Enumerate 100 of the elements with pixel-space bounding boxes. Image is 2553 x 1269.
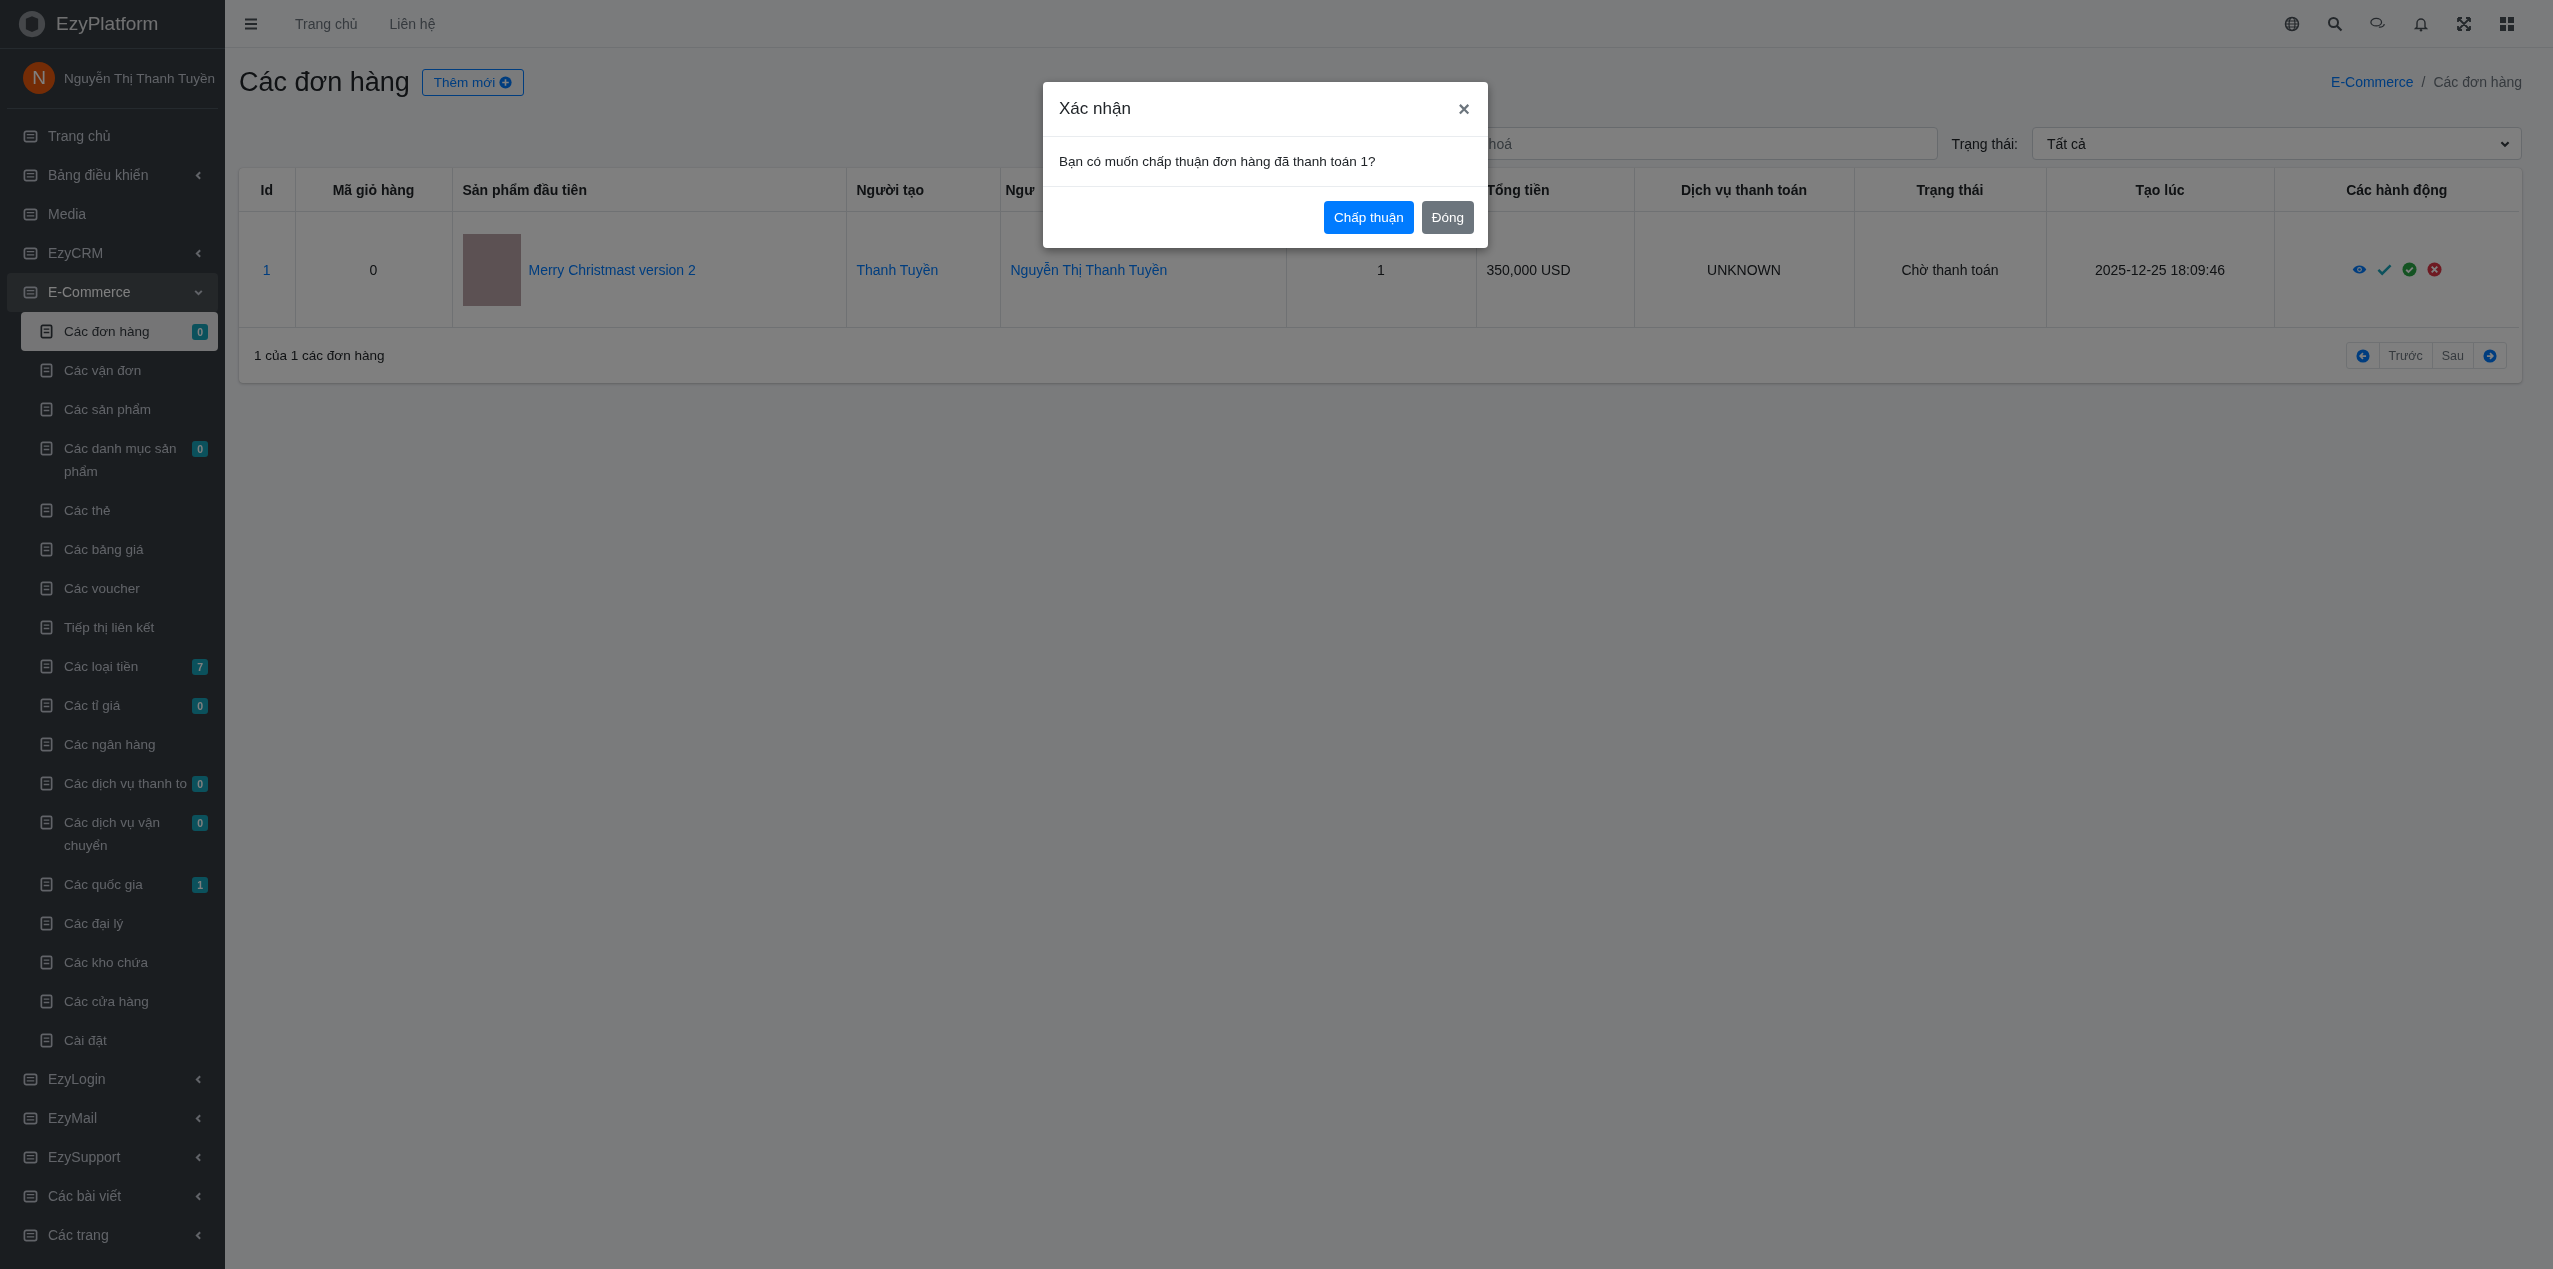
sidebar-subitem[interactable]: Các đại lý bbox=[21, 904, 218, 943]
count-badge: 0 bbox=[192, 324, 208, 340]
globe-icon[interactable] bbox=[2284, 15, 2300, 32]
sidebar-item[interactable]: Media bbox=[7, 195, 218, 234]
menu-item-icon bbox=[23, 207, 38, 222]
breadcrumb-separator: / bbox=[2421, 74, 2426, 90]
menu-item-icon bbox=[23, 168, 38, 183]
sidebar-subitem[interactable]: Các bảng giá bbox=[21, 530, 218, 569]
check-circle-icon[interactable] bbox=[2401, 262, 2417, 277]
breadcrumb-current: Các đơn hàng bbox=[2433, 74, 2522, 90]
menu-item-icon bbox=[39, 698, 54, 713]
menu-item-icon bbox=[39, 916, 54, 931]
user-link[interactable]: Nguyễn Thị Thanh Tuyền bbox=[1010, 261, 1168, 278]
arrow-right-circle-icon bbox=[2483, 348, 2497, 363]
breadcrumb-link[interactable]: E-Commerce bbox=[2331, 74, 2414, 90]
sidebar-item[interactable]: Trang chủ bbox=[7, 117, 218, 156]
check-icon[interactable] bbox=[2376, 262, 2392, 277]
next-page-button[interactable] bbox=[2473, 342, 2507, 369]
sidebar-subitem[interactable]: Các sản phẩm bbox=[21, 390, 218, 429]
menu-item-icon bbox=[39, 324, 54, 339]
sidebar-subitem[interactable]: Các tỉ giá 0 bbox=[21, 686, 218, 725]
close-dialog-button[interactable]: Đóng bbox=[1421, 201, 1474, 234]
sidebar-subitem[interactable]: Các kho chứa bbox=[21, 943, 218, 982]
user-name[interactable]: Nguyễn Thị Thanh Tuyền bbox=[64, 70, 216, 86]
next-button[interactable]: Sau bbox=[2431, 342, 2474, 369]
sidebar-subitem[interactable]: Các ngân hàng bbox=[21, 725, 218, 764]
menu-item-icon bbox=[39, 815, 54, 830]
approve-button[interactable]: Chấp thuận bbox=[1323, 201, 1414, 234]
column-header: Tổng tiền bbox=[1486, 181, 1550, 198]
table-cell: Chờ thanh toán bbox=[1901, 261, 1999, 278]
column-header: Trạng thái bbox=[1916, 181, 1984, 198]
table-cell: UNKNOWN bbox=[1707, 261, 1781, 278]
arrow-left-circle-icon bbox=[2355, 348, 2370, 363]
bell-icon[interactable] bbox=[2413, 15, 2429, 32]
menu-item-icon bbox=[39, 441, 54, 456]
table-cell: 350,000 USD bbox=[1486, 261, 1571, 278]
record-summary: 1 của 1 các đơn hàng bbox=[254, 348, 385, 363]
logo-icon bbox=[18, 10, 46, 38]
menu-item-icon bbox=[39, 581, 54, 596]
count-badge: 0 bbox=[192, 698, 208, 714]
menu-item-icon bbox=[39, 620, 54, 635]
menu-item-icon bbox=[39, 994, 54, 1009]
column-header: Tạo lúc bbox=[2135, 181, 2185, 198]
sidebar-subitem[interactable]: Các vận đơn bbox=[21, 351, 218, 390]
menu-item-icon bbox=[39, 402, 54, 417]
search-icon[interactable] bbox=[2327, 15, 2343, 32]
sidebar-subitem[interactable]: Các thẻ bbox=[21, 491, 218, 530]
sidebar-item[interactable]: Bảng điều khiển bbox=[7, 156, 218, 195]
sidebar-item[interactable]: EzyLogin bbox=[7, 1060, 218, 1099]
dialog-message: Bạn có muốn chấp thuận đơn hàng đã thanh toán 1? bbox=[1059, 154, 1376, 169]
grid-icon[interactable] bbox=[2499, 15, 2515, 32]
menu-item-icon bbox=[39, 1033, 54, 1048]
sidebar-subitem[interactable]: Các dịch vụ thanh to 0 bbox=[21, 764, 218, 803]
sidebar-subitem[interactable]: Tiếp thị liên kết bbox=[21, 608, 218, 647]
count-badge: 1 bbox=[192, 877, 208, 893]
sidebar-subitem[interactable]: Các đơn hàng 0 bbox=[21, 312, 218, 351]
column-header: Dịch vụ thanh toán bbox=[1681, 181, 1807, 198]
sidebar-subitem[interactable]: Các quốc gia 1 bbox=[21, 865, 218, 904]
navbar-link[interactable]: Trang chủ bbox=[295, 15, 358, 32]
column-header: Người tạo bbox=[856, 181, 925, 198]
menu-item-icon bbox=[39, 877, 54, 892]
menu-item-icon bbox=[39, 737, 54, 752]
cancel-circle-icon[interactable] bbox=[2426, 262, 2442, 277]
count-badge: 0 bbox=[192, 441, 208, 457]
product-link[interactable]: Merry Christmast version 2 bbox=[528, 261, 696, 278]
sidebar-subitem[interactable]: Các cửa hàng bbox=[21, 982, 218, 1021]
previous-page-button[interactable] bbox=[2345, 342, 2380, 369]
menu-item-icon bbox=[23, 1189, 38, 1204]
sidebar-item[interactable]: EzySupport bbox=[7, 1138, 218, 1177]
order-id-link[interactable]: 1 bbox=[262, 261, 271, 278]
menu-item-icon bbox=[39, 363, 54, 378]
sidebar-subitem[interactable]: Các danh mục sản phẩm 0 bbox=[21, 429, 218, 491]
sidebar-subitem[interactable]: Các voucher bbox=[21, 569, 218, 608]
sidebar-item[interactable]: Các bài viết bbox=[7, 1177, 218, 1216]
user-avatar: N bbox=[23, 62, 55, 94]
sidebar-subitem[interactable]: Cài đặt bbox=[21, 1021, 218, 1060]
column-header: Mã giỏ hàng bbox=[332, 181, 415, 198]
sidebar-subitem[interactable]: Các dịch vụ vận chuyển 0 bbox=[21, 803, 218, 865]
menu-item-icon bbox=[23, 246, 38, 261]
status-select[interactable]: Tất cả bbox=[2032, 127, 2522, 160]
sidebar-item[interactable]: Các trang bbox=[7, 1216, 218, 1255]
previous-button[interactable]: Trước bbox=[2378, 342, 2433, 369]
table-cell: 0 bbox=[369, 261, 378, 278]
menu-item-icon bbox=[39, 542, 54, 557]
add-new-button[interactable]: Thêm mới bbox=[421, 68, 525, 96]
status-label: Trạng thái: bbox=[1951, 135, 2018, 152]
sidebar-item[interactable]: EzyCRM bbox=[7, 234, 218, 273]
dialog-title: Xác nhận bbox=[1059, 99, 1131, 119]
menu-item-icon bbox=[23, 1072, 38, 1087]
close-button[interactable]: × bbox=[1454, 99, 1474, 119]
table-cell: 1 bbox=[1377, 261, 1385, 278]
sidebar-item[interactable]: EzyMail bbox=[7, 1099, 218, 1138]
menu-item-icon bbox=[23, 129, 38, 144]
menu-item-icon bbox=[23, 1228, 38, 1243]
menu-item-icon bbox=[39, 955, 54, 970]
sidebar-subitem[interactable]: Các loại tiền 7 bbox=[21, 647, 218, 686]
navbar-link[interactable]: Liên hệ bbox=[389, 15, 436, 32]
menu-item-icon bbox=[23, 1111, 38, 1126]
expand-icon[interactable] bbox=[2456, 15, 2472, 32]
creator-link[interactable]: Thanh Tuyền bbox=[856, 261, 939, 278]
